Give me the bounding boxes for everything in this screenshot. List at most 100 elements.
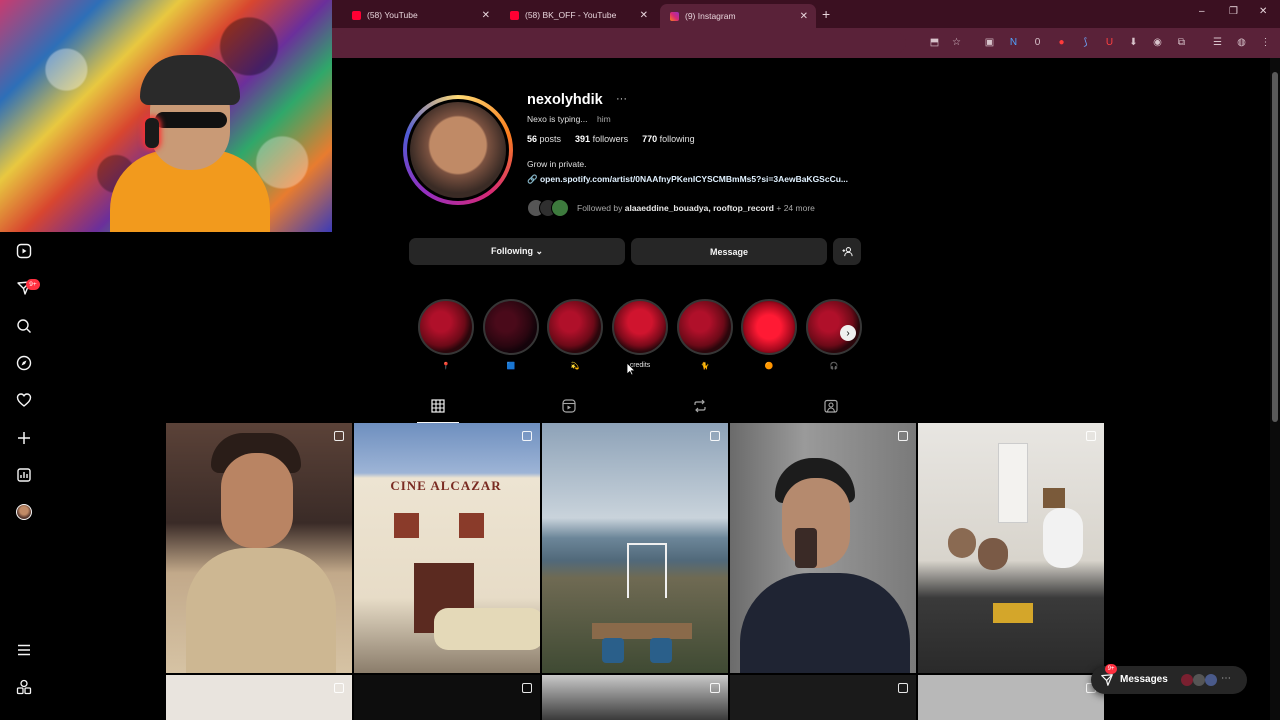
posts-grid-icon[interactable] — [417, 399, 459, 423]
avatar — [16, 504, 32, 520]
following-link[interactable]: 770 following — [642, 134, 695, 144]
highlight-5[interactable] — [677, 299, 733, 355]
extension-icon[interactable]: ▣ — [983, 36, 996, 49]
notification-badge: 9+ — [26, 279, 40, 290]
tab-title: (58) YouTube — [367, 10, 418, 20]
instagram-icon — [670, 11, 679, 21]
carousel-icon — [898, 431, 908, 441]
maximize-button[interactable]: ❐ — [1229, 6, 1238, 17]
extension-icon[interactable]: ◉ — [1151, 36, 1164, 49]
highlight-label: 🐈 — [700, 363, 710, 370]
sunglasses — [155, 112, 227, 128]
post-thumbnail[interactable]: CINE ALCAZAR — [354, 423, 540, 673]
tagged-icon[interactable] — [824, 399, 838, 413]
chevron-right-icon[interactable]: › — [840, 325, 856, 341]
messages-button[interactable]: 9+ Messages ⋯ — [1091, 664, 1247, 694]
notification-badge: 9+ — [1105, 664, 1117, 674]
post-thumbnail[interactable] — [542, 675, 728, 720]
tab-title: (9) Instagram — [685, 11, 736, 21]
carousel-icon — [710, 683, 720, 693]
create-icon[interactable] — [14, 428, 34, 448]
install-icon[interactable]: ⬒ — [928, 36, 941, 49]
highlight-1[interactable] — [418, 299, 474, 355]
profile-tabs — [166, 395, 1104, 423]
highlight-3[interactable] — [547, 299, 603, 355]
carousel-icon — [1086, 431, 1096, 441]
avatar — [1205, 674, 1217, 686]
post-thumbnail[interactable] — [354, 675, 540, 720]
tab-youtube[interactable]: (58) YouTube ✕ — [342, 4, 498, 26]
post-thumbnail[interactable] — [166, 675, 352, 720]
extension-icon[interactable]: U — [1103, 36, 1116, 49]
extension-icon[interactable]: ● — [1055, 36, 1068, 49]
sidebar-icon[interactable]: ☰ — [1211, 36, 1224, 49]
new-tab-button[interactable]: + — [822, 6, 830, 22]
close-window-button[interactable]: ✕ — [1259, 6, 1267, 17]
download-icon[interactable]: ⬇ — [1127, 36, 1140, 49]
close-tab-icon[interactable]: ✕ — [800, 11, 808, 22]
highlight-2[interactable] — [483, 299, 539, 355]
post-thumbnail[interactable] — [166, 423, 352, 673]
dashboard-icon[interactable] — [14, 465, 34, 485]
messages-label: Messages — [1120, 674, 1168, 685]
bookmark-star-icon[interactable]: ☆ — [950, 36, 963, 49]
highlight-4[interactable] — [612, 299, 668, 355]
carousel-icon — [334, 431, 344, 441]
followers-link[interactable]: 391 followers — [575, 134, 628, 144]
highlight-label: 🟦 — [506, 363, 516, 370]
post-thumbnail[interactable] — [542, 423, 728, 673]
profile-bio: Grow in private. — [527, 159, 587, 169]
profile-avatar[interactable] — [403, 95, 513, 205]
menu-icon[interactable] — [14, 640, 34, 660]
puzzle-icon[interactable]: ⧉ — [1175, 36, 1188, 49]
page-scrollbar[interactable] — [1270, 58, 1280, 720]
messages-icon — [1101, 674, 1113, 686]
post-thumbnail[interactable] — [918, 675, 1104, 720]
tab-bk-off[interactable]: (58) BK_OFF - YouTube ✕ — [500, 4, 656, 26]
mouse-cursor-icon — [626, 362, 636, 376]
headset — [145, 118, 159, 148]
highlight-label: 💫 — [570, 363, 580, 370]
reels-icon[interactable] — [14, 241, 34, 261]
youtube-icon — [510, 10, 519, 20]
avatar — [1181, 674, 1193, 686]
message-button[interactable]: Message — [631, 238, 827, 265]
more-icon: ⋯ — [1221, 673, 1231, 684]
highlight-6[interactable] — [741, 299, 797, 355]
profile-link[interactable]: 🔗 open.spotify.com/artist/0NAAfnyPKenICY… — [527, 174, 848, 185]
notifications-icon[interactable] — [14, 390, 34, 410]
reposts-icon[interactable] — [693, 399, 707, 413]
address-bar[interactable] — [336, 32, 906, 54]
close-tab-icon[interactable]: ✕ — [482, 10, 490, 21]
post-text: CINE ALCAZAR — [390, 478, 502, 493]
avatar — [551, 199, 569, 217]
youtube-icon — [352, 10, 361, 20]
minimize-button[interactable]: – — [1199, 6, 1205, 17]
followed-by[interactable]: Followed by alaaeddine_bouadya, rooftop_… — [527, 199, 815, 217]
explore-icon[interactable] — [14, 353, 34, 373]
post-thumbnail[interactable] — [918, 423, 1104, 673]
search-icon[interactable] — [14, 316, 34, 336]
carousel-icon — [710, 431, 720, 441]
close-tab-icon[interactable]: ✕ — [640, 10, 648, 21]
carousel-icon — [522, 431, 532, 441]
more-options-icon[interactable]: ··· — [616, 93, 627, 105]
avatar[interactable]: ◍ — [1235, 36, 1248, 49]
tab-instagram[interactable]: (9) Instagram ✕ — [660, 4, 816, 28]
add-person-icon[interactable] — [833, 238, 861, 265]
extension-icon[interactable]: 0 — [1031, 36, 1044, 49]
post-thumbnail[interactable] — [730, 423, 916, 673]
reels-icon[interactable] — [562, 399, 576, 413]
extension-icon[interactable]: ⟆ — [1079, 36, 1092, 49]
scrollbar-thumb[interactable] — [1272, 72, 1278, 422]
also-from-meta-icon[interactable] — [14, 677, 34, 697]
profile-icon[interactable] — [14, 502, 34, 522]
highlight-label: 🟠 — [764, 363, 774, 370]
extension-icon[interactable]: N — [1007, 36, 1020, 49]
webcam-overlay — [0, 0, 332, 232]
post-thumbnail[interactable] — [730, 675, 916, 720]
profile-username: nexolyhdik — [527, 92, 603, 108]
following-button[interactable]: Following ⌄ — [409, 238, 625, 265]
posts-count: 56 posts — [527, 134, 562, 144]
kebab-menu-icon[interactable]: ⋮ — [1259, 36, 1272, 49]
